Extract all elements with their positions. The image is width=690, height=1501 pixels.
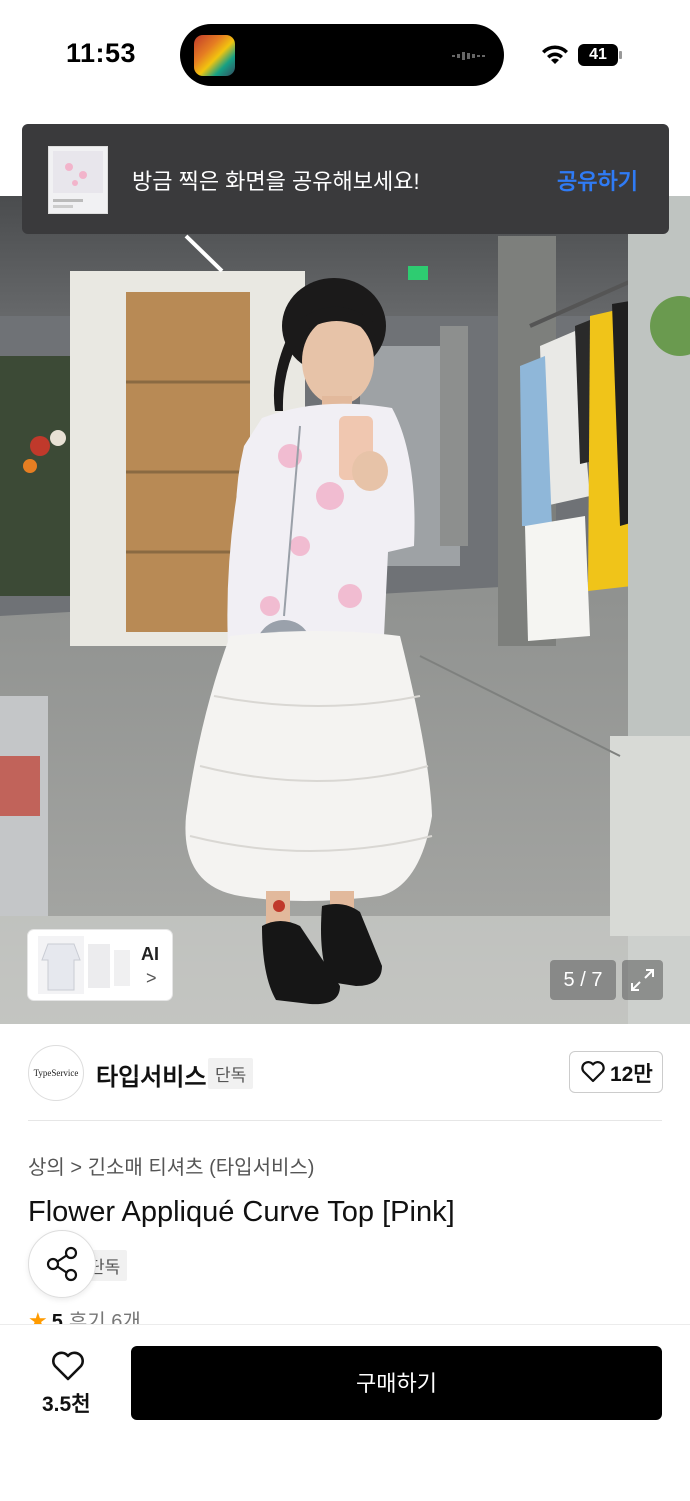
- heart-icon: [581, 1061, 605, 1083]
- buy-button[interactable]: 구매하기: [131, 1346, 662, 1420]
- screenshot-thumbnail[interactable]: [48, 146, 108, 214]
- share-icon: [46, 1246, 78, 1282]
- now-playing-thumbnail[interactable]: [194, 35, 235, 76]
- product-image[interactable]: [0, 196, 690, 1024]
- ai-label: AI: [141, 944, 159, 964]
- battery-icon: 41: [578, 44, 622, 66]
- status-time: 11:53: [66, 38, 137, 68]
- brand-logo[interactable]: TypeService: [28, 1045, 84, 1101]
- brand-like-count: 12만: [610, 1063, 653, 1086]
- image-counter: 5 / 7: [550, 960, 616, 1000]
- wifi-icon: [542, 45, 568, 64]
- brand-name[interactable]: 타입서비스: [96, 1057, 206, 1092]
- product-title: Flower Appliqué Curve Top [Pink]: [28, 1196, 455, 1228]
- breadcrumb[interactable]: 상의 > 긴소매 티셔츠 (타입서비스): [28, 1151, 314, 1180]
- toast-message: 방금 찍은 화면을 공유해보세요!: [132, 169, 420, 194]
- audio-wave-icon: [452, 52, 485, 60]
- divider: [28, 1120, 662, 1121]
- chevron-right-icon: >: [146, 968, 157, 988]
- battery-level: 41: [589, 46, 607, 63]
- expand-icon[interactable]: [622, 960, 663, 1000]
- share-button[interactable]: [28, 1230, 96, 1298]
- ai-similar-items-button[interactable]: [28, 930, 172, 1000]
- wishlist-heart-icon[interactable]: [50, 1349, 86, 1383]
- exclusive-badge: 단독: [208, 1058, 254, 1089]
- toast-share-button[interactable]: 공유하기: [557, 164, 638, 196]
- wishlist-count: 3.5천: [42, 1393, 91, 1416]
